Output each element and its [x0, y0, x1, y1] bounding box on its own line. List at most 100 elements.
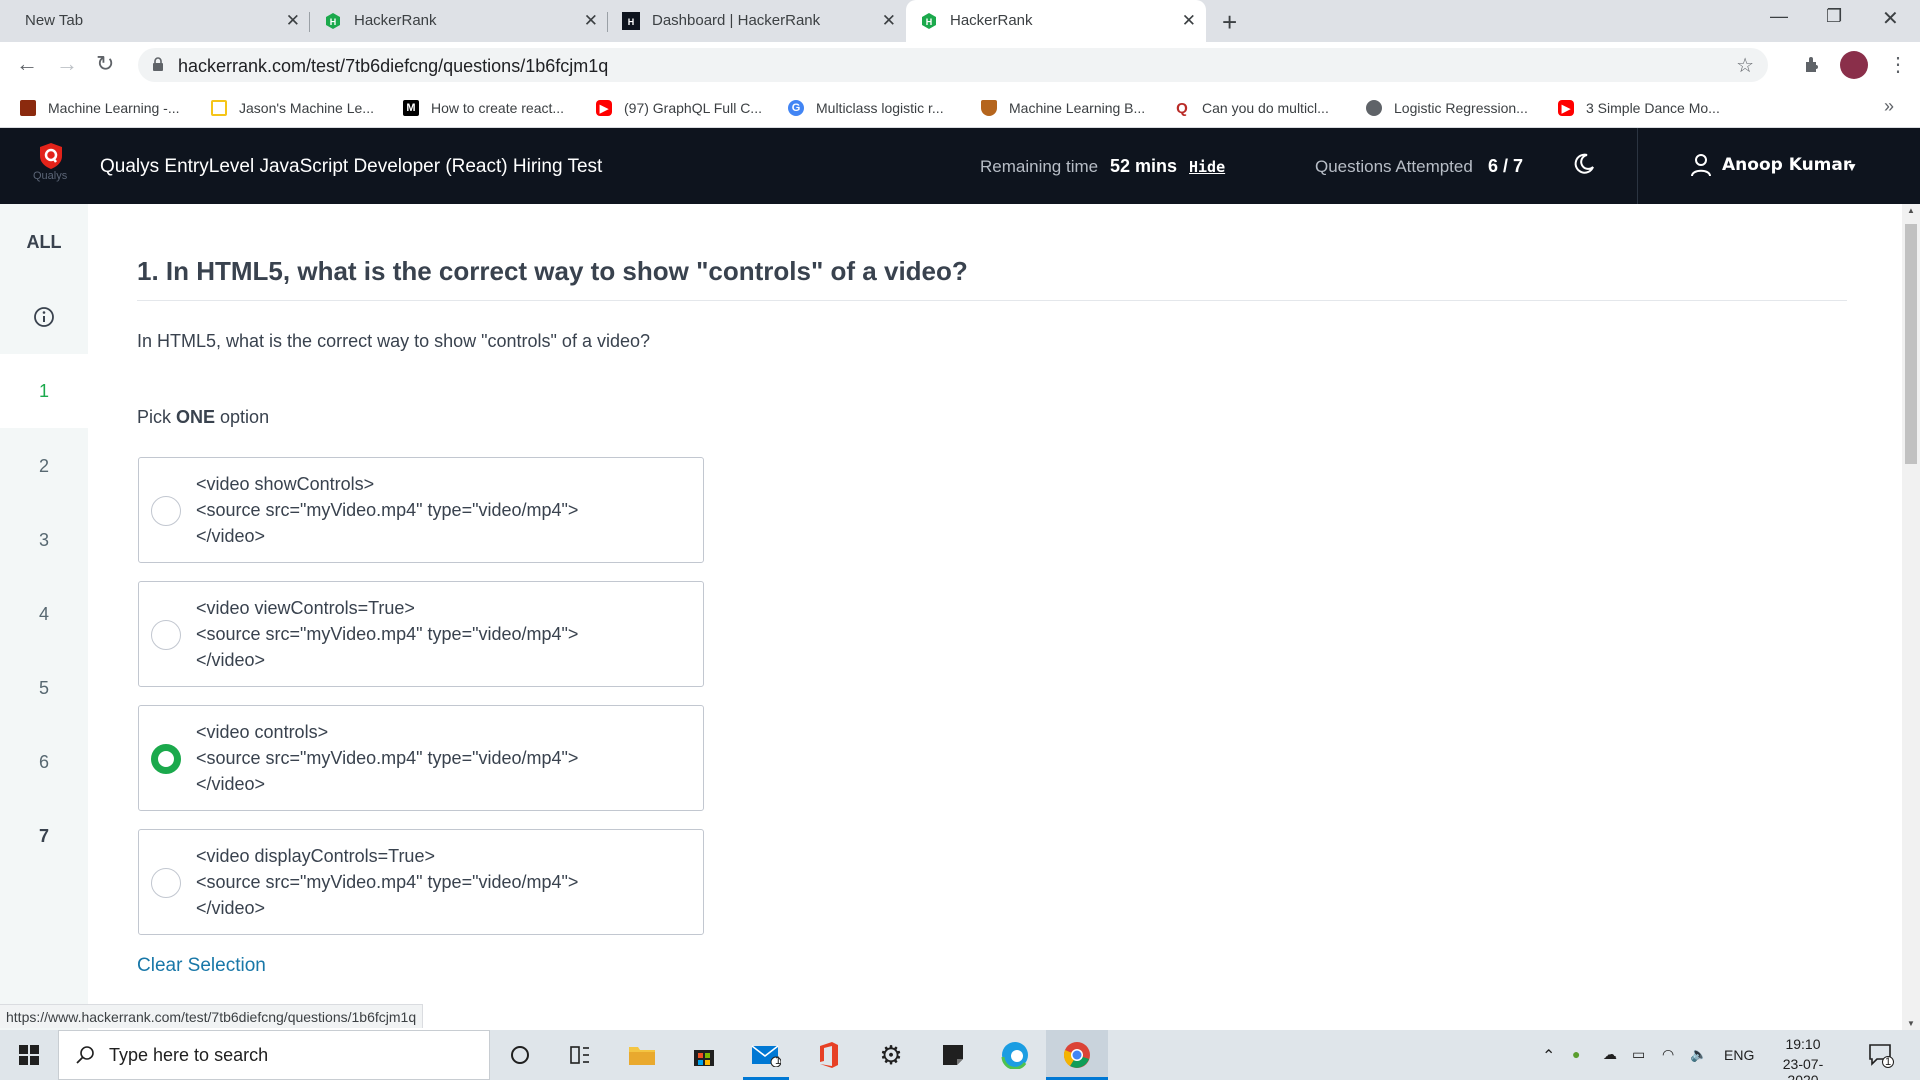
- volume-icon[interactable]: 🔈: [1690, 1046, 1707, 1063]
- svg-text:H: H: [628, 17, 635, 27]
- radio-button[interactable]: [151, 496, 181, 526]
- sidebar-item-4[interactable]: 4: [0, 604, 88, 625]
- bookmark-item[interactable]: Logistic Regression...: [1366, 96, 1528, 120]
- url-text: hackerrank.com/test/7tb6diefcng/question…: [178, 56, 609, 76]
- file-explorer-icon[interactable]: [627, 1040, 657, 1070]
- option-2[interactable]: <video viewControls=True> <source src="m…: [138, 581, 704, 687]
- cortana-icon[interactable]: [505, 1040, 535, 1070]
- tab-dashboard[interactable]: H Dashboard | HackerRank ✕: [608, 0, 906, 42]
- google-icon: G: [788, 100, 804, 116]
- office-icon[interactable]: [814, 1040, 844, 1070]
- clear-selection-link[interactable]: Clear Selection: [137, 955, 266, 977]
- forward-icon[interactable]: →: [56, 51, 78, 77]
- sidebar-item-6[interactable]: 6: [0, 752, 88, 773]
- battery-icon[interactable]: ▭: [1632, 1046, 1645, 1063]
- option-line: </video>: [196, 774, 266, 794]
- extensions-icon[interactable]: [1802, 55, 1822, 75]
- chrome-icon[interactable]: [1062, 1040, 1092, 1070]
- settings-icon[interactable]: ⚙: [876, 1040, 906, 1070]
- bookmark-item[interactable]: ▶ 3 Simple Dance Mo...: [1558, 96, 1720, 120]
- pick-instruction: Pick ONE option: [137, 407, 269, 428]
- system-clock[interactable]: 19:10 23-07-2020: [1768, 1036, 1838, 1080]
- bookmarks-bar: Machine Learning -... Jason's Machine Le…: [0, 88, 1920, 128]
- option-line: <video displayControls=True>: [196, 846, 435, 866]
- new-tab-button[interactable]: +: [1222, 7, 1237, 38]
- bookmarks-overflow[interactable]: »: [1884, 96, 1894, 117]
- wifi-icon[interactable]: ◠: [1662, 1046, 1674, 1063]
- sidebar-item-1[interactable]: 1: [0, 354, 88, 428]
- vertical-scrollbar[interactable]: ▲ ▼: [1902, 204, 1920, 1030]
- scroll-down-icon[interactable]: ▼: [1907, 1019, 1915, 1028]
- clock-date: 23-07-2020: [1782, 1056, 1824, 1080]
- store-icon[interactable]: [689, 1040, 719, 1070]
- edge-icon[interactable]: [1000, 1040, 1030, 1070]
- chevron-up-icon[interactable]: ⌃: [1542, 1046, 1555, 1066]
- taskbar-search[interactable]: Type here to search: [58, 1030, 490, 1080]
- task-view-icon[interactable]: [565, 1040, 595, 1070]
- medium-icon: M: [403, 100, 419, 116]
- bookmark-item[interactable]: Machine Learning B...: [981, 96, 1145, 120]
- close-icon[interactable]: ✕: [882, 11, 896, 31]
- sidebar-all[interactable]: ALL: [0, 232, 88, 253]
- tab-hackerrank-active[interactable]: H HackerRank ✕: [906, 0, 1206, 42]
- hide-timer-button[interactable]: Hide: [1189, 158, 1225, 176]
- sidebar-item-7[interactable]: 7: [0, 826, 88, 847]
- close-icon[interactable]: ✕: [584, 11, 598, 31]
- bookmark-item[interactable]: M How to create react...: [403, 96, 564, 120]
- security-tray-icon[interactable]: ●: [1572, 1046, 1580, 1062]
- sidebar-item-3[interactable]: 3: [0, 530, 88, 551]
- bookmark-item[interactable]: ▶ (97) GraphQL Full C...: [596, 96, 762, 120]
- mail-badge: 1: [775, 1055, 782, 1067]
- option-line: <video controls>: [196, 722, 329, 742]
- user-name[interactable]: Anoop Kumar: [1722, 155, 1851, 175]
- user-icon[interactable]: [1690, 153, 1712, 177]
- scroll-thumb[interactable]: [1905, 224, 1917, 464]
- bookmark-label: 3 Simple Dance Mo...: [1586, 100, 1720, 116]
- close-icon[interactable]: ✕: [1182, 11, 1196, 31]
- back-icon[interactable]: ←: [16, 51, 38, 77]
- tab-title: HackerRank: [354, 12, 437, 29]
- minimize-icon[interactable]: —: [1770, 6, 1788, 27]
- notification-badge: 1: [1885, 1056, 1892, 1068]
- option-1[interactable]: <video showControls> <source src="myVide…: [138, 457, 704, 563]
- tab-hackerrank-1[interactable]: H HackerRank ✕: [310, 0, 608, 42]
- windows-start-icon[interactable]: [19, 1045, 39, 1065]
- mail-icon[interactable]: 1: [751, 1040, 781, 1070]
- tab-title: HackerRank: [950, 12, 1033, 29]
- close-window-icon[interactable]: ✕: [1882, 6, 1899, 31]
- title-divider: [137, 300, 1847, 301]
- close-icon[interactable]: ✕: [286, 11, 300, 31]
- radio-button-selected[interactable]: [151, 744, 181, 774]
- radio-button[interactable]: [151, 620, 181, 650]
- moon-icon[interactable]: [1572, 152, 1596, 176]
- bookmark-item[interactable]: Jason's Machine Le...: [211, 96, 374, 120]
- chevron-down-icon[interactable]: ▼: [1846, 160, 1858, 174]
- cloud-icon[interactable]: ☁: [1603, 1046, 1617, 1063]
- radio-button[interactable]: [151, 868, 181, 898]
- questions-attempted-label: Questions Attempted: [1315, 157, 1473, 176]
- restore-icon[interactable]: ❐: [1826, 6, 1842, 27]
- language-indicator[interactable]: ENG: [1724, 1047, 1754, 1063]
- shield-crest-icon: [981, 100, 997, 116]
- remaining-time-label: Remaining time: [980, 157, 1099, 176]
- profile-avatar[interactable]: [1840, 51, 1868, 79]
- option-3[interactable]: <video controls> <source src="myVideo.mp…: [138, 705, 704, 811]
- option-4[interactable]: <video displayControls=True> <source src…: [138, 829, 704, 935]
- sidebar-item-2[interactable]: 2: [0, 456, 88, 477]
- reload-icon[interactable]: ↻: [96, 51, 114, 77]
- bookmark-item[interactable]: Q Can you do multicl...: [1174, 96, 1329, 120]
- hackerrank-dashboard-icon: H: [622, 12, 640, 30]
- star-icon[interactable]: ☆: [1736, 53, 1754, 78]
- sticky-notes-icon[interactable]: [938, 1040, 968, 1070]
- test-title: Qualys EntryLevel JavaScript Developer (…: [100, 156, 603, 177]
- menu-dots-icon[interactable]: ⋮: [1888, 52, 1908, 77]
- tab-new-tab[interactable]: New Tab ✕: [0, 0, 310, 42]
- sidebar-item-5[interactable]: 5: [0, 678, 88, 699]
- status-bar-url: https://www.hackerrank.com/test/7tb6dief…: [0, 1004, 424, 1028]
- address-bar[interactable]: hackerrank.com/test/7tb6diefcng/question…: [138, 48, 1768, 82]
- bookmark-item[interactable]: G Multiclass logistic r...: [788, 96, 944, 120]
- bookmark-item[interactable]: Machine Learning -...: [20, 96, 180, 120]
- bookmark-label: Machine Learning B...: [1009, 100, 1146, 116]
- scroll-up-icon[interactable]: ▲: [1907, 206, 1915, 215]
- info-icon[interactable]: [33, 306, 55, 328]
